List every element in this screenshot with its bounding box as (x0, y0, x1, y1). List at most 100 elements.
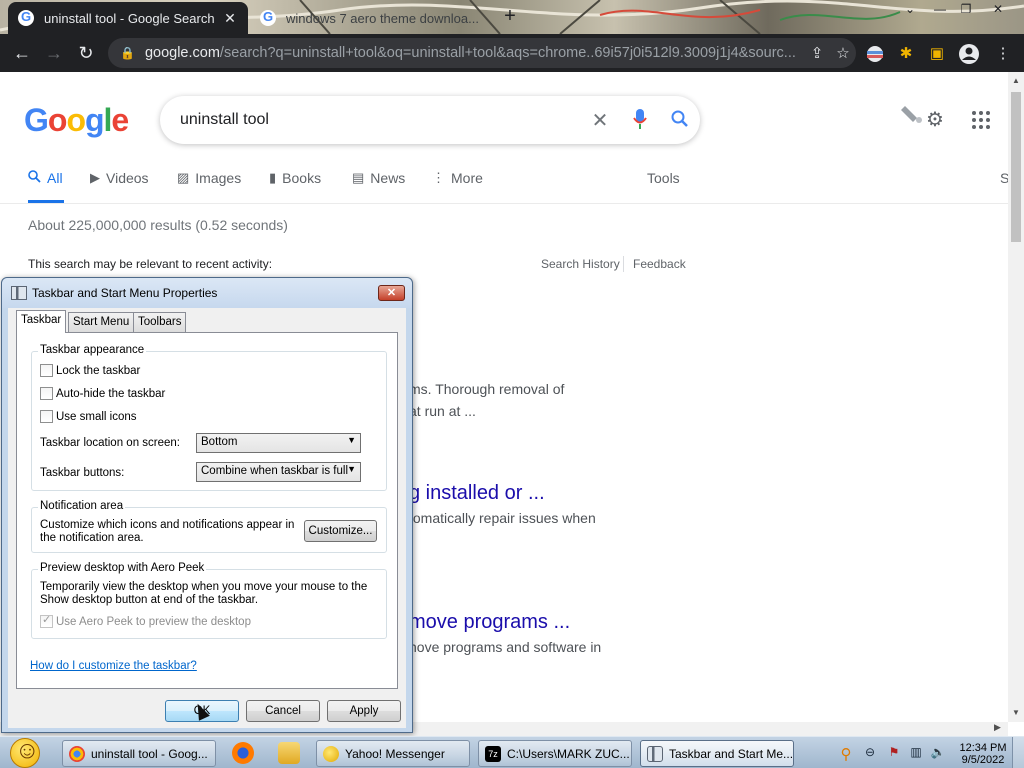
network-tray-icon[interactable]: ▥ (908, 745, 924, 761)
minimize-icon[interactable]: — (928, 2, 952, 18)
window-close-icon[interactable]: ✕ (986, 2, 1010, 18)
scroll-down-arrow-icon[interactable]: ▼ (1011, 708, 1021, 717)
result-title-link[interactable]: move programs ... (409, 611, 570, 634)
settings-gear-icon[interactable]: ⚙ (921, 106, 949, 134)
checkbox-box[interactable] (40, 613, 53, 628)
search-tray-icon[interactable]: ⚲ (838, 745, 854, 763)
firefox-icon[interactable] (232, 742, 254, 764)
search-box[interactable]: uninstall tool ✕ (160, 96, 700, 144)
address-bar[interactable]: 🔒 google.com/search?q=uninstall+tool&oq=… (108, 38, 856, 68)
tab-toolbars[interactable]: Toolbars (133, 312, 187, 332)
flag-tray-icon[interactable]: ⚑ (886, 745, 902, 761)
scroll-up-arrow-icon[interactable]: ▲ (1011, 76, 1021, 85)
customize-button[interactable]: Customize... (304, 520, 377, 542)
scrollbar-thumb[interactable] (1011, 92, 1021, 242)
lock-taskbar-checkbox[interactable]: Lock the taskbar (40, 364, 140, 377)
logo-letter: e (111, 102, 129, 138)
taskbar-item-chrome[interactable]: uninstall tool - Goog... (62, 740, 216, 767)
more-vert-icon: ⋮ (432, 170, 445, 185)
search-history-link[interactable]: Search History (541, 257, 620, 271)
show-desktop-button[interactable] (1012, 737, 1024, 768)
clear-search-icon[interactable]: ✕ (580, 108, 620, 133)
tab-google-search[interactable]: uninstall tool - Google Search ✕ (8, 2, 248, 34)
taskbar-item-yahoo-messenger[interactable]: Yahoo! Messenger (316, 740, 470, 767)
profile-flag-icon[interactable] (864, 43, 886, 65)
search-icon[interactable] (660, 106, 700, 134)
google-logo[interactable]: Google (24, 102, 129, 139)
tab-close-icon[interactable]: ✕ (222, 10, 238, 27)
notification-area-group: Notification area Customize which icons … (31, 500, 387, 553)
apps-grid-icon[interactable] (967, 106, 995, 134)
taskbar-buttons-select[interactable]: Combine when taskbar is full ▼ (196, 462, 361, 482)
dropdown-arrow-icon: ▼ (347, 435, 356, 445)
tab-aero-theme[interactable]: windows 7 aero theme downloa... (250, 2, 490, 34)
apply-button[interactable]: Apply (327, 700, 401, 722)
chevron-down-icon[interactable]: ⌄ (898, 2, 922, 18)
browser-toolbar: ← → ↻ 🔒 google.com/search?q=uninstall+to… (0, 34, 1024, 72)
system-clock[interactable]: 12:34 PM 9/5/2022 (958, 742, 1008, 766)
minus-tray-icon[interactable]: ⊖ (862, 745, 878, 761)
new-tab-button[interactable]: + (500, 5, 520, 29)
start-button[interactable] (6, 737, 48, 768)
extensions-puzzle-icon[interactable]: ✱ (895, 43, 917, 65)
reload-icon[interactable]: ↻ (72, 40, 100, 66)
taskbar-item-7zip[interactable]: 7z C:\Users\MARK ZUC... (478, 740, 632, 767)
profile-avatar-icon[interactable] (958, 43, 980, 65)
lock-icon: 🔒 (120, 46, 135, 60)
result-snippet: ms. Thorough removal of (409, 381, 565, 397)
logo-letter: o (47, 102, 68, 138)
tab-videos[interactable]: ▶ Videos (90, 170, 149, 186)
microphone-icon[interactable] (620, 104, 660, 136)
taskbar-appearance-group: Taskbar appearance Lock the taskbar Auto… (31, 344, 387, 491)
taskbar-properties-dialog: Taskbar and Start Menu Properties ✕ Task… (1, 277, 413, 733)
search-input[interactable]: uninstall tool (180, 111, 580, 129)
result-title-link[interactable]: g installed or ... (409, 482, 545, 505)
file-explorer-icon[interactable] (278, 742, 300, 764)
browser-tab-strip: uninstall tool - Google Search ✕ windows… (0, 0, 1024, 34)
location-label: Taskbar location on screen: (40, 437, 180, 449)
cancel-button[interactable]: Cancel (246, 700, 320, 722)
sidebar-panel-icon[interactable]: ▣ (926, 43, 948, 65)
tab-books[interactable]: ▮ Books (269, 170, 321, 186)
group-heading: Notification area (38, 500, 126, 512)
back-icon[interactable]: ← (8, 40, 36, 66)
checkbox-box[interactable] (40, 387, 53, 400)
restore-icon[interactable]: ❐ (954, 2, 978, 18)
tab-title: windows 7 aero theme downloa... (286, 10, 479, 26)
vertical-scrollbar[interactable]: ▲ ▼ (1008, 72, 1024, 722)
taskbar-item-taskbar-properties[interactable]: Taskbar and Start Me... (640, 740, 794, 767)
dropdown-arrow-icon: ▼ (347, 464, 356, 474)
result-stats: About 225,000,000 results (0.52 seconds) (28, 217, 288, 233)
checkbox-box[interactable] (40, 410, 53, 423)
result-snippet: at run at ... (409, 403, 476, 419)
result-snippet: nove programs and software in (409, 639, 602, 655)
tab-taskbar[interactable]: Taskbar (16, 310, 67, 333)
tab-start-menu[interactable]: Start Menu (68, 312, 135, 332)
logo-letter: o (66, 102, 86, 138)
tab-all[interactable]: All (28, 170, 63, 186)
small-icons-checkbox[interactable]: Use small icons (40, 410, 137, 423)
dialog-close-icon[interactable]: ✕ (378, 285, 405, 301)
tab-more[interactable]: ⋮ More (432, 170, 483, 186)
aero-peek-group: Preview desktop with Aero Peek Temporari… (31, 562, 387, 639)
autohide-taskbar-checkbox[interactable]: Auto-hide the taskbar (40, 387, 165, 400)
tab-news[interactable]: ▤ News (352, 170, 405, 186)
dialog-titlebar[interactable]: Taskbar and Start Menu Properties ✕ (2, 278, 412, 308)
volume-tray-icon[interactable]: 🔈 (930, 745, 946, 761)
aero-peek-checkbox[interactable]: Use Aero Peek to preview the desktop (40, 613, 251, 628)
notification-description: Customize which icons and notifications … (40, 519, 295, 544)
tools-button[interactable]: Tools (647, 170, 680, 186)
google-favicon-icon (260, 9, 276, 26)
kebab-menu-icon[interactable]: ⋮ (992, 43, 1014, 65)
tab-images[interactable]: ▨ Images (177, 170, 241, 186)
forward-icon[interactable]: → (40, 40, 68, 66)
checkbox-box[interactable] (40, 364, 53, 377)
tab-title: uninstall tool - Google Search (44, 10, 215, 26)
share-icon[interactable]: ⇪ (804, 44, 830, 62)
bookmark-star-icon[interactable]: ☆ (830, 44, 856, 62)
group-heading: Taskbar appearance (38, 344, 147, 356)
taskbar-location-select[interactable]: Bottom ▼ (196, 433, 361, 453)
help-link[interactable]: How do I customize the taskbar? (30, 660, 197, 672)
feedback-link[interactable]: Feedback (633, 257, 686, 271)
scroll-right-arrow-icon[interactable]: ▶ (994, 722, 1001, 733)
